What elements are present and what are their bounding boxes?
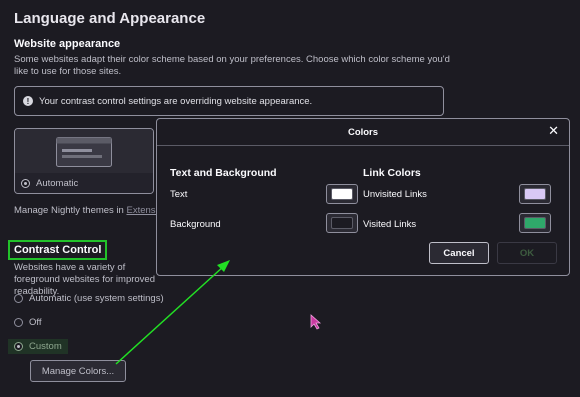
- ok-button[interactable]: OK: [497, 242, 557, 264]
- contrast-control-title: Contrast Control: [8, 240, 108, 260]
- background-color-fill: [331, 217, 353, 229]
- background-color-picker[interactable]: [326, 213, 358, 233]
- unvisited-links-color-picker[interactable]: [519, 184, 551, 204]
- theme-automatic-label: Automatic: [36, 177, 79, 189]
- text-color-picker[interactable]: [326, 184, 358, 204]
- unvisited-links-label: Unvisited Links: [363, 189, 427, 200]
- close-icon[interactable]: ✕: [548, 124, 559, 138]
- contrast-custom-label: Custom: [29, 341, 62, 352]
- theme-automatic-radio[interactable]: [21, 178, 30, 188]
- contrast-option-off[interactable]: Off: [14, 317, 42, 328]
- text-color-label: Text: [170, 189, 188, 200]
- link-colors-title: Link Colors: [363, 167, 421, 179]
- theme-preview: [15, 129, 153, 175]
- theme-card-automatic[interactable]: Automatic: [14, 128, 154, 194]
- page-title: Language and Appearance: [14, 10, 206, 27]
- dialog-header: Colors: [157, 119, 569, 146]
- mouse-cursor-icon: [310, 314, 322, 330]
- contrast-override-notice-text: Your contrast control settings are overr…: [39, 95, 313, 107]
- manage-themes-text: Manage Nightly themes in Extensions: [14, 205, 173, 216]
- contrast-automatic-label: Automatic (use system settings): [29, 293, 164, 304]
- manage-themes-prefix: Manage Nightly themes in: [14, 205, 127, 216]
- website-appearance-description: Some websites adapt their color scheme b…: [14, 54, 450, 77]
- info-icon: !: [23, 96, 33, 106]
- visited-links-color-fill: [524, 217, 546, 229]
- text-background-title: Text and Background: [170, 167, 277, 179]
- theme-card-footer: Automatic: [15, 173, 153, 193]
- browser-window-icon: [56, 137, 112, 167]
- manage-colors-button[interactable]: Manage Colors...: [30, 360, 126, 382]
- contrast-off-radio[interactable]: [14, 318, 23, 327]
- colors-dialog: Colors ✕ Text and Background Text Backgr…: [156, 118, 570, 276]
- website-appearance-title: Website appearance: [14, 38, 121, 50]
- visited-links-color-picker[interactable]: [519, 213, 551, 233]
- text-color-fill: [331, 188, 353, 200]
- dialog-title: Colors: [347, 126, 379, 138]
- contrast-option-automatic[interactable]: Automatic (use system settings): [14, 293, 164, 304]
- cancel-button[interactable]: Cancel: [429, 242, 489, 264]
- visited-links-label: Visited Links: [363, 219, 417, 230]
- contrast-off-label: Off: [29, 317, 42, 328]
- contrast-automatic-radio[interactable]: [14, 294, 23, 303]
- unvisited-links-color-fill: [524, 188, 546, 200]
- contrast-option-custom[interactable]: Custom: [8, 339, 68, 354]
- contrast-custom-radio[interactable]: [14, 342, 23, 351]
- contrast-override-notice: ! Your contrast control settings are ove…: [14, 86, 444, 116]
- background-color-label: Background: [170, 219, 221, 230]
